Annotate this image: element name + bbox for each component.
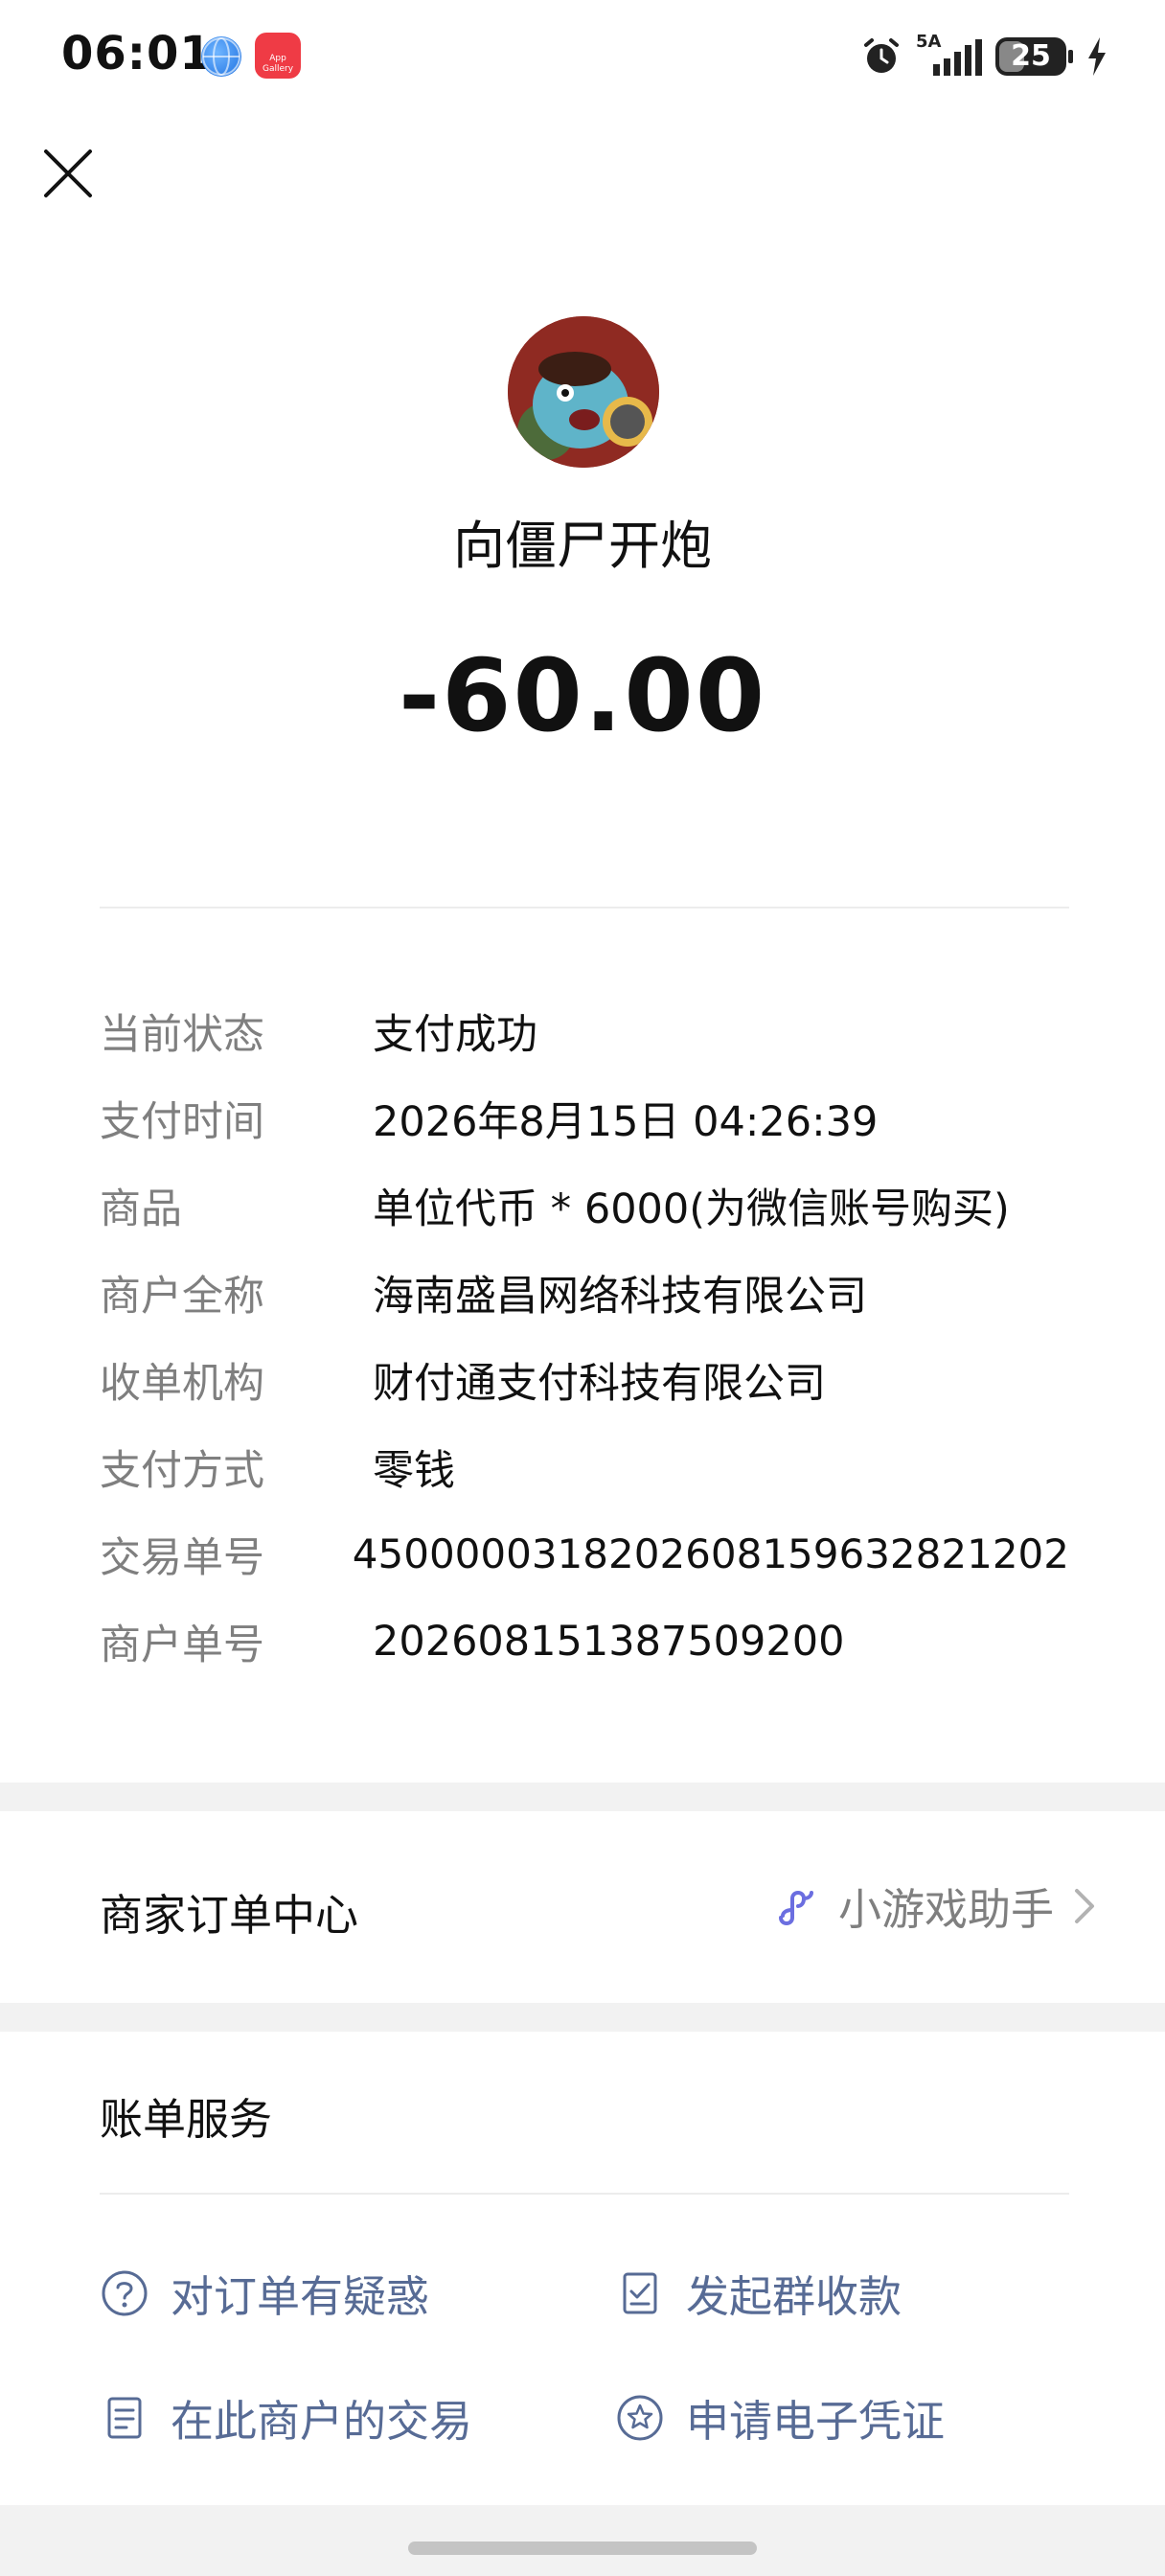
detail-value: 单位代币 * 6000(为微信账号购买) <box>373 1184 1010 1233</box>
charging-icon <box>1088 37 1106 76</box>
network-label: 5A <box>916 32 942 52</box>
bill-services-divider <box>100 2193 1069 2195</box>
detail-row-merchant-order-id: 商户单号 202608151387509200 <box>100 1598 1069 1685</box>
mini-game-assistant-link[interactable]: 小游戏助手 <box>771 1874 1098 1937</box>
bottom-area <box>0 2505 1165 2576</box>
detail-label: 收单机构 <box>100 1359 264 1408</box>
service-group-collection[interactable]: 发起群收款 <box>615 2262 902 2324</box>
detail-label: 商户全称 <box>100 1272 264 1321</box>
detail-label: 支付方式 <box>100 1446 264 1495</box>
close-icon <box>44 150 92 197</box>
detail-label: 商户单号 <box>100 1621 264 1669</box>
question-circle-icon <box>102 2270 148 2315</box>
status-bar: 06:01 App Gallery 5A 25 <box>0 0 1165 115</box>
detail-label: 支付时间 <box>100 1097 264 1146</box>
status-icons: 5A 25 <box>860 32 1108 80</box>
detail-value: 财付通支付科技有限公司 <box>373 1359 826 1408</box>
service-e-voucher[interactable]: 申请电子凭证 <box>615 2386 945 2449</box>
mini-game-assistant-label: 小游戏助手 <box>837 1884 1054 1935</box>
service-merchant-transactions[interactable]: 在此商户的交易 <box>100 2386 472 2449</box>
signal-icon: 5A <box>916 32 982 76</box>
header-divider <box>100 907 1069 908</box>
detail-value: 支付成功 <box>373 1010 537 1059</box>
bill-services-title: 账单服务 <box>100 2094 273 2145</box>
checklist-doc-icon <box>623 2272 657 2313</box>
detail-label: 交易单号 <box>100 1533 264 1582</box>
detail-value: 海南盛昌网络科技有限公司 <box>373 1272 867 1321</box>
home-indicator[interactable] <box>408 2542 757 2555</box>
browser-icon <box>201 36 241 77</box>
service-label: 对订单有疑惑 <box>171 2271 430 2322</box>
detail-row-product: 商品 单位代币 * 6000(为微信账号购买) <box>100 1162 1069 1249</box>
section-separator <box>0 2003 1165 2032</box>
detail-value[interactable]: 202608151387509200 <box>373 1618 844 1666</box>
service-order-question[interactable]: 对订单有疑惑 <box>100 2262 429 2324</box>
payment-detail-page: 06:01 App Gallery 5A 25 向僵尸开炮 -60.00 当前状… <box>0 0 1165 2576</box>
close-button[interactable] <box>38 144 98 203</box>
transaction-details: 当前状态 支付成功 支付时间 2026年8月15日 04:26:39 商品 单位… <box>100 987 1069 1685</box>
star-circle-icon <box>617 2395 663 2440</box>
order-center-label: 商家订单中心 <box>100 1890 359 1941</box>
merchant-avatar <box>508 316 659 468</box>
service-label: 申请电子凭证 <box>686 2396 946 2447</box>
detail-row-transaction-id: 交易单号 4500000318202608159632821202 <box>100 1510 1069 1598</box>
merchant-order-center-row[interactable]: 商家订单中心 小游戏助手 <box>0 1811 1165 2003</box>
detail-row-status: 当前状态 支付成功 <box>100 987 1069 1074</box>
service-label: 发起群收款 <box>686 2271 902 2322</box>
detail-row-time: 支付时间 2026年8月15日 04:26:39 <box>100 1074 1069 1162</box>
detail-row-payment-method: 支付方式 零钱 <box>100 1423 1069 1510</box>
battery-indicator: 25 <box>995 37 1066 76</box>
payment-amount: -60.00 <box>398 637 767 754</box>
detail-value[interactable]: 4500000318202608159632821202 <box>353 1530 1069 1577</box>
battery-level: 25 <box>1011 39 1051 73</box>
service-label: 在此商户的交易 <box>171 2396 473 2447</box>
detail-label: 当前状态 <box>100 1010 264 1059</box>
section-separator <box>0 1782 1165 1811</box>
chevron-right-icon <box>1075 1888 1094 1923</box>
detail-row-acquirer: 收单机构 财付通支付科技有限公司 <box>100 1336 1069 1423</box>
mini-program-icon <box>778 1890 813 1925</box>
status-time: 06:01 <box>61 27 213 80</box>
detail-label: 商品 <box>100 1184 182 1233</box>
detail-row-merchant-fullname: 商户全称 海南盛昌网络科技有限公司 <box>100 1249 1069 1336</box>
document-icon <box>107 2397 142 2438</box>
alarm-icon <box>864 38 899 73</box>
detail-value: 2026年8月15日 04:26:39 <box>373 1097 879 1146</box>
app-gallery-icon: App Gallery <box>255 33 301 79</box>
battery-nub <box>1068 50 1073 63</box>
merchant-name: 向僵尸开炮 <box>453 516 712 576</box>
detail-value: 零钱 <box>373 1446 455 1495</box>
